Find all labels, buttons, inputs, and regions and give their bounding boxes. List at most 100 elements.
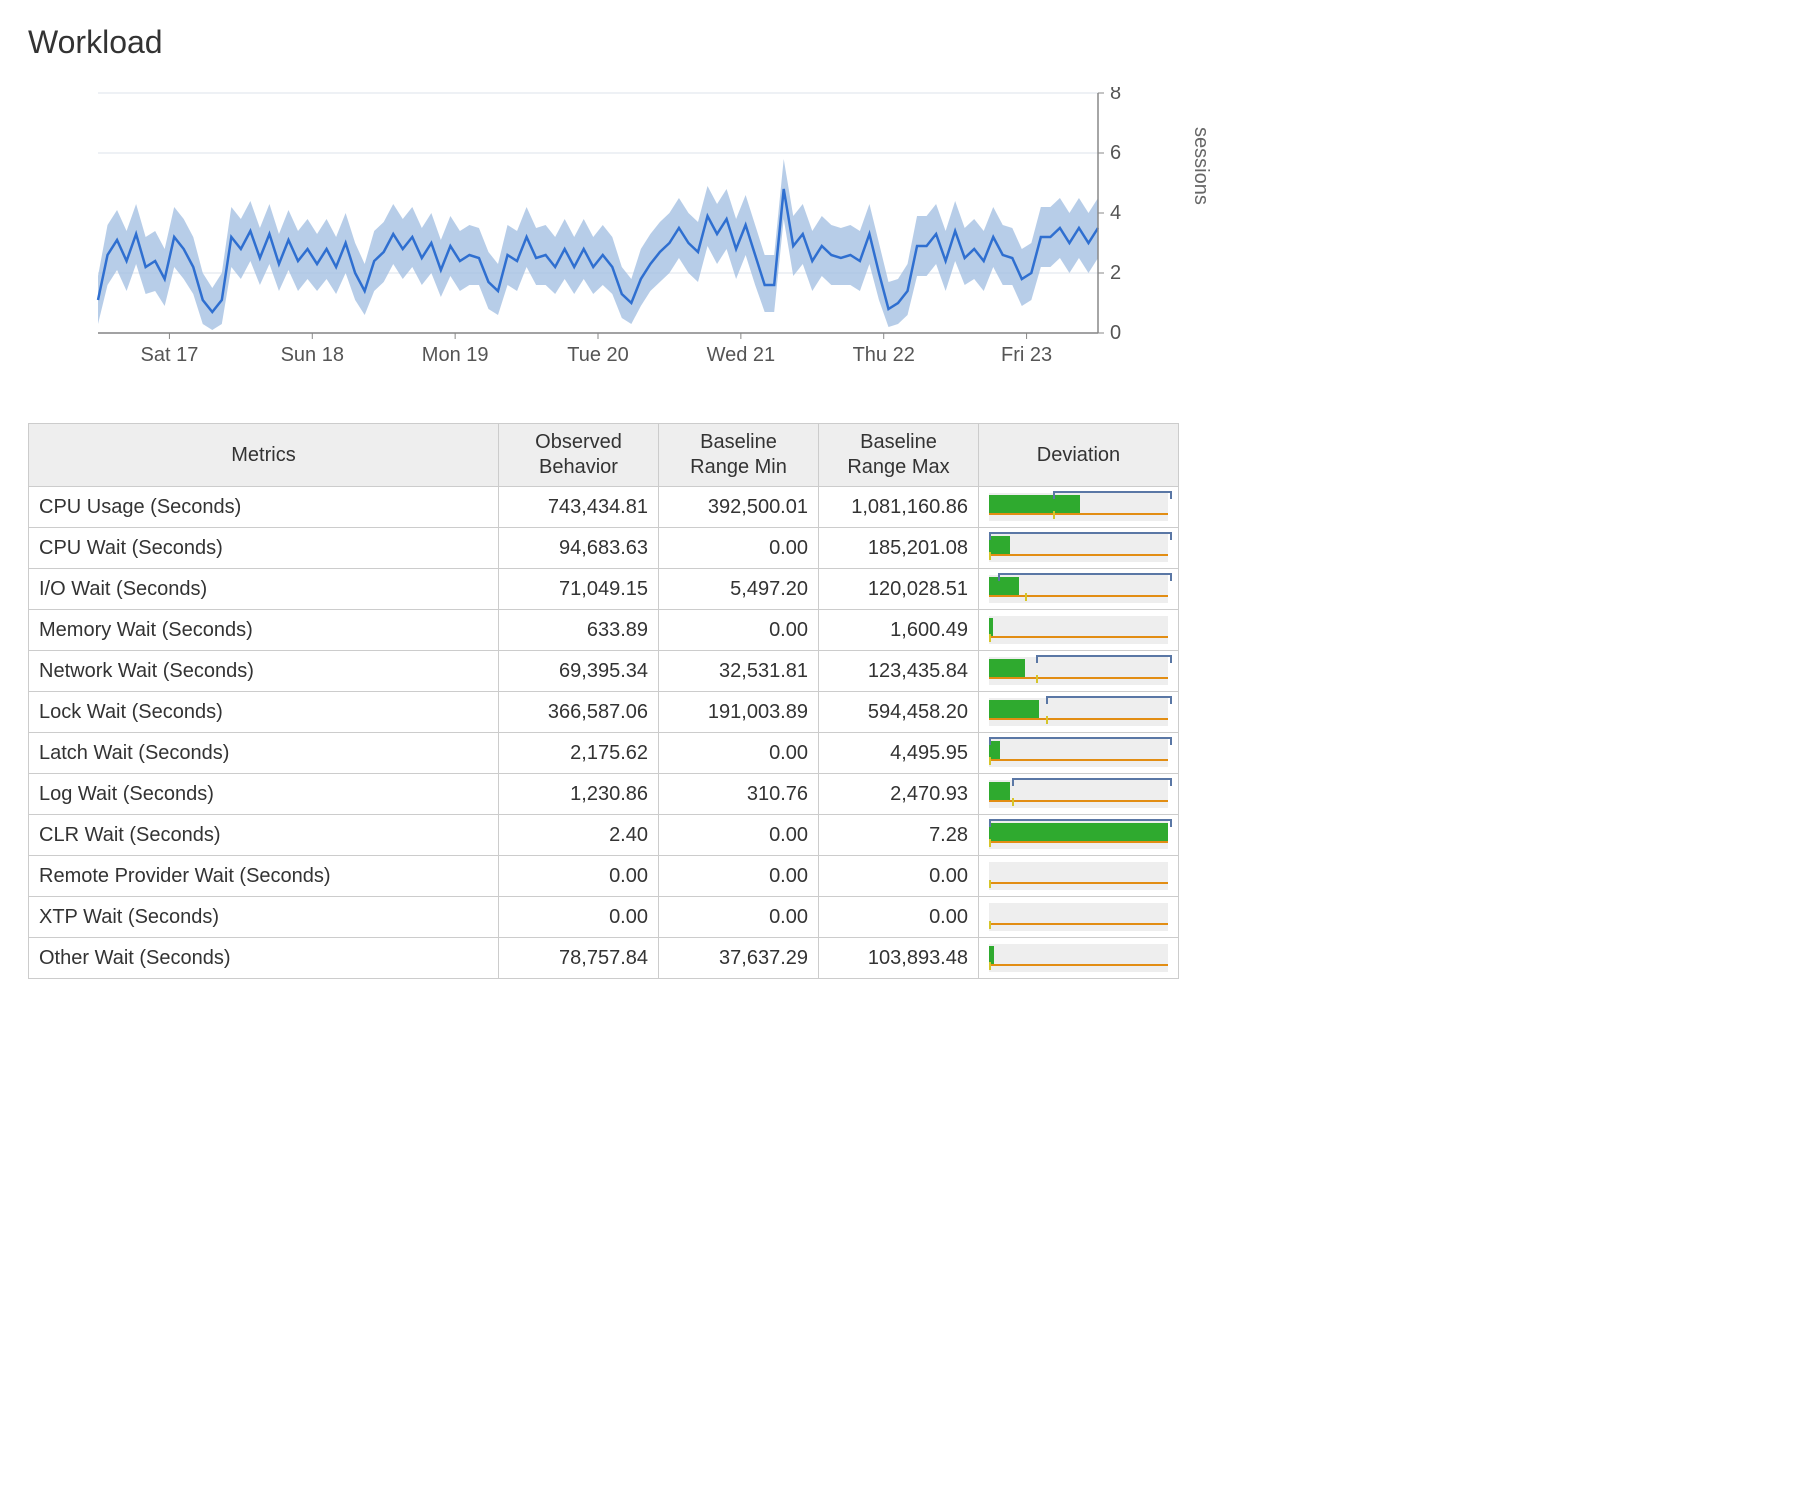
svg-text:Tue 20: Tue 20	[567, 344, 629, 366]
deviation-bracket	[989, 532, 1172, 540]
table-row[interactable]: I/O Wait (Seconds)71,049.155,497.20120,0…	[29, 569, 1179, 610]
deviation-bracket	[989, 737, 1172, 745]
metric-max: 103,893.48	[819, 938, 979, 979]
metric-observed: 94,683.63	[499, 528, 659, 569]
deviation-cell	[979, 815, 1179, 856]
deviation-cell	[979, 651, 1179, 692]
deviation-baseline	[989, 882, 1168, 888]
table-row[interactable]: CLR Wait (Seconds)2.400.007.28	[29, 815, 1179, 856]
metric-max: 185,201.08	[819, 528, 979, 569]
deviation-baseline-tick	[989, 921, 991, 929]
svg-text:0: 0	[1110, 322, 1121, 344]
metric-observed: 2,175.62	[499, 733, 659, 774]
metric-observed: 1,230.86	[499, 774, 659, 815]
deviation-baseline	[989, 759, 1168, 765]
svg-text:6: 6	[1110, 142, 1121, 164]
svg-text:Thu 22: Thu 22	[853, 344, 915, 366]
deviation-baseline	[989, 554, 1168, 560]
table-row[interactable]: Network Wait (Seconds)69,395.3432,531.81…	[29, 651, 1179, 692]
table-row[interactable]: CPU Wait (Seconds)94,683.630.00185,201.0…	[29, 528, 1179, 569]
svg-text:Sun 18: Sun 18	[281, 344, 344, 366]
deviation-bracket	[1053, 491, 1172, 499]
deviation-baseline-tick	[1053, 511, 1055, 519]
deviation-bracket	[1012, 778, 1172, 786]
metric-name: Log Wait (Seconds)	[29, 774, 499, 815]
table-row[interactable]: Lock Wait (Seconds)366,587.06191,003.895…	[29, 692, 1179, 733]
chart-y-axis-label: sessions	[1189, 127, 1212, 205]
metric-max: 0.00	[819, 897, 979, 938]
svg-text:2: 2	[1110, 262, 1121, 284]
metric-min: 0.00	[659, 528, 819, 569]
deviation-baseline-tick	[1012, 798, 1014, 806]
metric-max: 1,081,160.86	[819, 487, 979, 528]
deviation-bracket	[998, 573, 1172, 581]
deviation-cell	[979, 774, 1179, 815]
metric-min: 0.00	[659, 897, 819, 938]
header-baseline-min[interactable]: Baseline Range Min	[659, 424, 819, 487]
deviation-cell	[979, 897, 1179, 938]
deviation-cell	[979, 569, 1179, 610]
deviation-bar	[989, 700, 1039, 718]
table-row[interactable]: Other Wait (Seconds)78,757.8437,637.2910…	[29, 938, 1179, 979]
metric-observed: 78,757.84	[499, 938, 659, 979]
workload-chart[interactable]: 02468Sat 17Sun 18Mon 19Tue 20Wed 21Thu 2…	[92, 87, 1152, 387]
metric-min: 37,637.29	[659, 938, 819, 979]
svg-text:Mon 19: Mon 19	[422, 344, 489, 366]
metric-max: 0.00	[819, 856, 979, 897]
table-header-row: Metrics Observed Behavior Baseline Range…	[29, 424, 1179, 487]
metric-name: CPU Usage (Seconds)	[29, 487, 499, 528]
deviation-bracket	[1036, 655, 1172, 663]
header-deviation[interactable]: Deviation	[979, 424, 1179, 487]
deviation-baseline-tick	[989, 757, 991, 765]
deviation-cell	[979, 938, 1179, 979]
metric-min: 32,531.81	[659, 651, 819, 692]
deviation-baseline	[989, 964, 1168, 970]
table-row[interactable]: Log Wait (Seconds)1,230.86310.762,470.93	[29, 774, 1179, 815]
header-baseline-max[interactable]: Baseline Range Max	[819, 424, 979, 487]
metric-name: Remote Provider Wait (Seconds)	[29, 856, 499, 897]
deviation-baseline-tick	[989, 880, 991, 888]
deviation-baseline-tick	[1036, 675, 1038, 683]
metric-name: CLR Wait (Seconds)	[29, 815, 499, 856]
svg-text:Wed 21: Wed 21	[707, 344, 776, 366]
workload-chart-container: 02468Sat 17Sun 18Mon 19Tue 20Wed 21Thu 2…	[92, 87, 1152, 387]
metric-observed: 743,434.81	[499, 487, 659, 528]
deviation-baseline-tick	[1046, 716, 1048, 724]
deviation-baseline	[989, 718, 1168, 724]
table-row[interactable]: Memory Wait (Seconds)633.890.001,600.49	[29, 610, 1179, 651]
table-row[interactable]: CPU Usage (Seconds)743,434.81392,500.011…	[29, 487, 1179, 528]
metric-observed: 0.00	[499, 897, 659, 938]
metric-name: CPU Wait (Seconds)	[29, 528, 499, 569]
deviation-cell	[979, 856, 1179, 897]
deviation-baseline-tick	[989, 962, 991, 970]
metric-max: 594,458.20	[819, 692, 979, 733]
metric-max: 2,470.93	[819, 774, 979, 815]
metric-name: Memory Wait (Seconds)	[29, 610, 499, 651]
deviation-baseline	[989, 636, 1168, 642]
svg-text:8: 8	[1110, 87, 1121, 104]
deviation-bracket	[989, 819, 1172, 827]
metric-name: I/O Wait (Seconds)	[29, 569, 499, 610]
deviation-baseline	[989, 595, 1168, 601]
header-metrics[interactable]: Metrics	[29, 424, 499, 487]
metric-name: Other Wait (Seconds)	[29, 938, 499, 979]
metric-name: Lock Wait (Seconds)	[29, 692, 499, 733]
metric-max: 120,028.51	[819, 569, 979, 610]
table-row[interactable]: Remote Provider Wait (Seconds)0.000.000.…	[29, 856, 1179, 897]
svg-text:Sat 17: Sat 17	[141, 344, 199, 366]
header-observed[interactable]: Observed Behavior	[499, 424, 659, 487]
metric-min: 191,003.89	[659, 692, 819, 733]
table-row[interactable]: Latch Wait (Seconds)2,175.620.004,495.95	[29, 733, 1179, 774]
deviation-baseline	[989, 841, 1168, 847]
metric-min: 392,500.01	[659, 487, 819, 528]
deviation-baseline	[989, 800, 1168, 806]
deviation-baseline	[989, 513, 1168, 519]
metric-min: 310.76	[659, 774, 819, 815]
table-row[interactable]: XTP Wait (Seconds)0.000.000.00	[29, 897, 1179, 938]
metric-observed: 2.40	[499, 815, 659, 856]
metric-observed: 0.00	[499, 856, 659, 897]
metric-max: 1,600.49	[819, 610, 979, 651]
deviation-baseline-tick	[989, 839, 991, 847]
deviation-baseline	[989, 677, 1168, 683]
deviation-cell	[979, 733, 1179, 774]
